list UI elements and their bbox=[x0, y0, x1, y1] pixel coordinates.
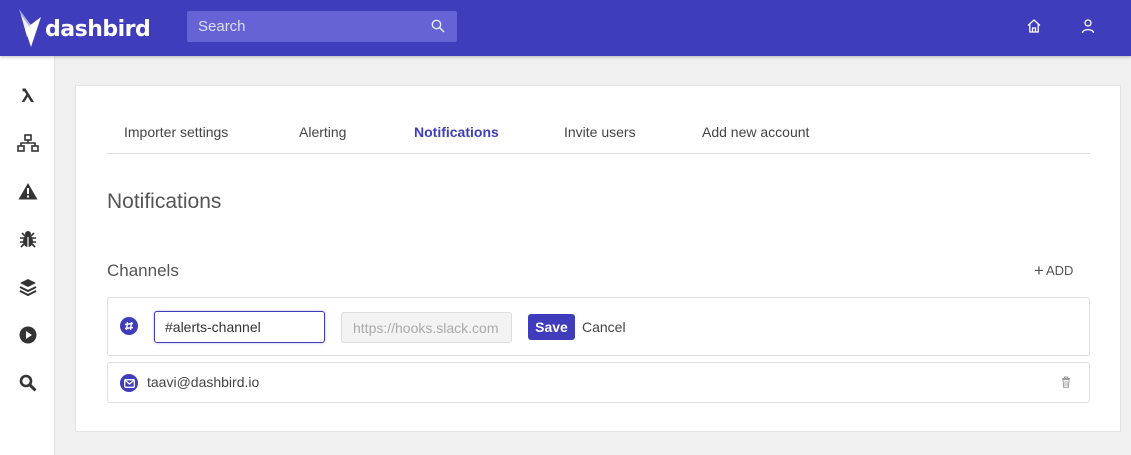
tab-add-new-account[interactable]: Add new account bbox=[702, 124, 809, 140]
save-button[interactable]: Save bbox=[528, 314, 575, 340]
search-box[interactable] bbox=[187, 11, 457, 42]
lambda-icon bbox=[21, 88, 34, 102]
tab-alerting[interactable]: Alerting bbox=[299, 124, 346, 140]
add-channel-button[interactable]: + ADD bbox=[1034, 261, 1074, 280]
warning-icon bbox=[18, 183, 37, 200]
sidebar-item-stacks[interactable] bbox=[0, 267, 55, 307]
brand-logo[interactable]: dashbird bbox=[17, 3, 151, 51]
layers-icon bbox=[19, 279, 36, 296]
sidebar-item-invocations[interactable] bbox=[0, 315, 55, 355]
mail-icon bbox=[120, 374, 138, 392]
sidebar-item-alerts[interactable] bbox=[0, 171, 55, 211]
slack-webhook-input[interactable] bbox=[341, 312, 512, 343]
tab-notifications[interactable]: Notifications bbox=[414, 124, 499, 140]
tab-importer-settings[interactable]: Importer settings bbox=[124, 124, 228, 140]
sidebar-item-search[interactable] bbox=[0, 363, 55, 403]
search-input[interactable] bbox=[187, 11, 427, 42]
sidebar-item-lambdas[interactable] bbox=[0, 75, 55, 115]
user-icon[interactable] bbox=[1080, 18, 1096, 34]
settings-card: Importer settings Alerting Notifications… bbox=[75, 85, 1121, 432]
channel-email: taavi@dashbird.io bbox=[147, 374, 260, 390]
slack-icon bbox=[120, 317, 138, 335]
sidebar-item-errors[interactable] bbox=[0, 219, 55, 259]
top-bar: dashbird bbox=[0, 0, 1131, 56]
bug-icon bbox=[19, 231, 36, 248]
add-channel-label: ADD bbox=[1045, 263, 1074, 278]
app-name: dashbird bbox=[45, 16, 151, 42]
play-icon bbox=[19, 326, 36, 344]
page-title: Notifications bbox=[107, 190, 222, 213]
channel-row: taavi@dashbird.io bbox=[107, 362, 1090, 403]
channels-heading: Channels bbox=[107, 261, 179, 280]
plus-icon: + bbox=[1034, 261, 1044, 280]
sidebar bbox=[0, 56, 55, 455]
new-channel-row: Save Cancel bbox=[107, 297, 1090, 356]
slack-channel-input[interactable] bbox=[154, 311, 325, 343]
search-icon[interactable] bbox=[431, 19, 445, 33]
cancel-button[interactable]: Cancel bbox=[582, 319, 626, 335]
trash-icon[interactable] bbox=[1061, 376, 1071, 388]
home-icon[interactable] bbox=[1026, 18, 1042, 34]
settings-tabs: Importer settings Alerting Notifications… bbox=[107, 86, 1090, 154]
tab-invite-users[interactable]: Invite users bbox=[564, 124, 636, 140]
search-icon bbox=[19, 374, 37, 392]
dashbird-logo-icon bbox=[19, 9, 41, 47]
sidebar-item-network[interactable] bbox=[0, 123, 55, 163]
network-icon bbox=[16, 134, 39, 152]
